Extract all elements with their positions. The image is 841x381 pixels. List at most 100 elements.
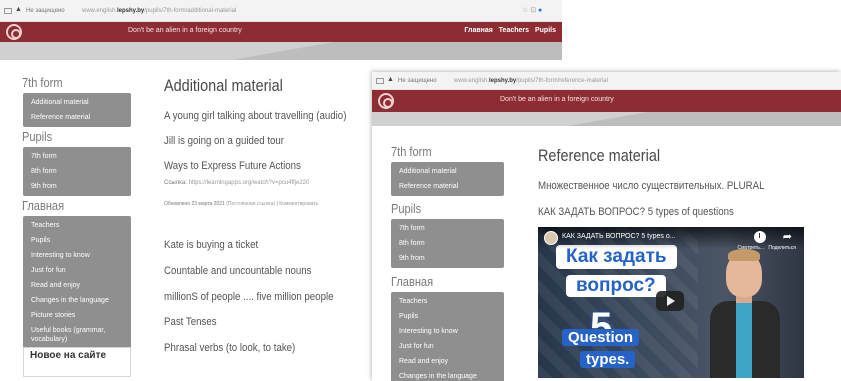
- nav-home[interactable]: Главная: [464, 27, 492, 34]
- sidebar-title-7th-form: 7th form: [391, 144, 432, 159]
- sidebar-item-interesting-to-know[interactable]: Interesting to know: [391, 324, 504, 339]
- warning-triangle-icon: ▲: [15, 6, 22, 13]
- sidebar-item-7th-form[interactable]: 7th form: [391, 221, 504, 236]
- sidebar-item-teachers[interactable]: Teachers: [23, 218, 131, 233]
- sidebar-title-7th-form: 7th form: [22, 75, 63, 90]
- sidebar-item-just-for-fun[interactable]: Just for fun: [391, 339, 504, 354]
- thumb-text-line4: types.: [580, 351, 636, 368]
- sidebar-item-8th-form[interactable]: 8th form: [391, 236, 504, 251]
- sidebar-menu-home: Teachers Pupils Interesting to know Just…: [23, 216, 131, 349]
- site-header: Don't be an alien in a foreign country: [372, 90, 841, 112]
- channel-avatar-icon[interactable]: [544, 231, 558, 245]
- sidebar-item-changes-in-language[interactable]: Changes in the language: [23, 293, 131, 308]
- link-countable-nouns[interactable]: Countable and uncountable nouns: [164, 265, 311, 277]
- sidebar-menu-home: Teachers Pupils Interesting to know Just…: [391, 292, 504, 381]
- link-phrasal-verbs[interactable]: Phrasal verbs (to look, to take): [164, 342, 295, 354]
- sidebar-item-9th-form[interactable]: 9th from: [391, 251, 504, 266]
- link-girl-travelling-audio[interactable]: A young girl talking about travelling (a…: [164, 110, 346, 122]
- site-slogan: Don't be an alien in a foreign country: [500, 96, 614, 103]
- url-text[interactable]: www.english.lepshy.by/pupils/7th-form/ad…: [82, 8, 236, 14]
- url-path: /pupils/7th-form/additional-material: [144, 8, 237, 14]
- link-future-actions[interactable]: Ways to Express Future Actions: [164, 160, 301, 172]
- sidebar-title-home: Главная: [22, 198, 65, 213]
- link-millions-of-people[interactable]: millionS of people .... five million peo…: [164, 291, 333, 303]
- play-icon[interactable]: [656, 291, 684, 311]
- video-title[interactable]: КАК ЗАДАТЬ ВОПРОС? 5 types o...: [562, 233, 676, 240]
- nav-teachers[interactable]: Teachers: [499, 27, 529, 34]
- header-gray-band: [372, 112, 841, 126]
- url-prefix: www.english.: [454, 78, 490, 84]
- sidebar-item-read-and-enjoy[interactable]: Read and enjoy: [23, 278, 131, 293]
- comment-link[interactable]: Комментировать: [279, 201, 318, 207]
- sidebar-item-9th-form[interactable]: 9th from: [23, 179, 131, 194]
- sidebar-item-teachers[interactable]: Teachers: [391, 294, 504, 309]
- presenter-shirt: [736, 301, 752, 378]
- not-secure-label: Не защищено: [398, 78, 437, 84]
- browser-controls[interactable]: ☆ ⊡ ●: [522, 6, 542, 14]
- sidebar-item-8th-form[interactable]: 8th form: [23, 164, 131, 179]
- page-title: Reference material: [538, 146, 661, 165]
- sidebar-item-reference-material[interactable]: Reference material: [391, 179, 504, 194]
- share-label: Поделиться: [768, 245, 796, 251]
- link-past-tenses[interactable]: Past Tenses: [164, 316, 217, 328]
- sidebar-menu-7th-form: Additional material Reference material: [391, 162, 504, 196]
- browser-address-bar[interactable]: ▲ Не защищено www.english.lepshy.by/pupi…: [372, 72, 841, 90]
- link-caption: Ссылка: https://learningapps.org/watch?v…: [164, 180, 309, 186]
- updated-date: Обновлено 23 марта 2021: [164, 201, 225, 207]
- sidebar-title-pupils: Pupils: [22, 129, 53, 144]
- sidebar-item-additional-material[interactable]: Additional material: [23, 95, 131, 110]
- url-prefix: www.english.: [82, 8, 118, 14]
- sidebar-menu-pupils: 7th form 8th form 9th from: [391, 219, 504, 268]
- sidebar-title-home: Главная: [391, 274, 434, 289]
- top-nav: Главная Teachers Pupils: [460, 27, 556, 34]
- watch-later-label: Смотреть...: [737, 245, 764, 251]
- share-icon[interactable]: ➦: [783, 230, 792, 243]
- sidebar-item-useful-books[interactable]: Useful books (grammar, vocabulary): [23, 323, 131, 347]
- sidebar-item-interesting-to-know[interactable]: Interesting to know: [23, 248, 131, 263]
- url-text[interactable]: www.english.lepshy.by/pupils/7th-form/re…: [454, 78, 608, 84]
- browser-address-bar[interactable]: ▲ Не защищено www.english.lepshy.by/pupi…: [0, 0, 562, 22]
- sidebar-item-pupils[interactable]: Pupils: [23, 233, 131, 248]
- link-kate-ticket[interactable]: Kate is buying a ticket: [164, 239, 258, 251]
- nav-pupils[interactable]: Pupils: [535, 27, 556, 34]
- sidebar-item-pupils[interactable]: Pupils: [391, 309, 504, 324]
- thumb-text-line2: вопрос?: [566, 275, 666, 297]
- sidebar-item-additional-material[interactable]: Additional material: [391, 164, 504, 179]
- post-meta: Обновлено 23 марта 2021 (Постоянная ссыл…: [164, 201, 319, 207]
- warning-triangle-icon: ▲: [387, 76, 394, 83]
- tab-icon: [376, 78, 384, 84]
- clock-icon[interactable]: [754, 231, 766, 243]
- sidebar-item-7th-form[interactable]: 7th form: [23, 149, 131, 164]
- link-plural-nouns[interactable]: Множественное число существительных. PLU…: [538, 180, 765, 192]
- sidebar-item-reference-material[interactable]: Reference material: [23, 110, 131, 125]
- sidebar-item-read-and-enjoy[interactable]: Read and enjoy: [391, 354, 504, 369]
- link-how-to-ask-question[interactable]: КАК ЗАДАТЬ ВОПРОС? 5 types of questions: [538, 206, 734, 218]
- link-jill-guided-tour[interactable]: Jill is going on a guided tour: [164, 135, 284, 147]
- site-logo-icon[interactable]: [6, 24, 22, 40]
- sidebar-item-picture-stories[interactable]: Picture stories: [23, 308, 131, 323]
- url-domain: lepshy.by: [117, 8, 145, 14]
- site-logo-icon[interactable]: [378, 93, 394, 109]
- page-title: Additional material: [164, 76, 283, 95]
- shield-icon[interactable]: ●: [538, 7, 542, 14]
- sidebar-item-just-for-fun[interactable]: Just for fun: [23, 263, 131, 278]
- presenter-photo: [706, 249, 784, 378]
- star-and-tab-icons[interactable]: ☆ ⊡: [522, 7, 536, 14]
- thumb-text-line3: Question: [562, 329, 640, 346]
- not-secure-label: Не защищено: [26, 8, 65, 14]
- url-domain: lepshy.by: [489, 78, 517, 84]
- sidebar-title-pupils: Pupils: [391, 201, 422, 216]
- permalink[interactable]: (Постоянная ссылка): [226, 201, 275, 207]
- screenshot-reference-material: ▲ Не защищено www.english.lepshy.by/pupi…: [372, 72, 841, 381]
- sidebar-menu-pupils: 7th form 8th form 9th from: [23, 147, 131, 196]
- link-caption-label: Ссылка:: [164, 180, 187, 186]
- youtube-video-embed[interactable]: Как задать вопрос? 5 Question types. КАК…: [538, 227, 804, 378]
- site-slogan: Don't be an alien in a foreign country: [128, 27, 242, 34]
- sidebar-item-changes-in-language[interactable]: Changes in the language: [391, 369, 504, 381]
- learningapps-link[interactable]: https://learningapps.org/watch?v=pcu4ffj…: [189, 180, 310, 186]
- url-path: /pupils/7th-form/reference-material: [516, 78, 608, 84]
- sidebar-menu-7th-form: Additional material Reference material: [23, 93, 131, 127]
- site-header: Don't be an alien in a foreign country Г…: [0, 22, 562, 42]
- recent-posts-title: Новое на сайте: [30, 350, 107, 361]
- header-gray-band: [0, 42, 562, 60]
